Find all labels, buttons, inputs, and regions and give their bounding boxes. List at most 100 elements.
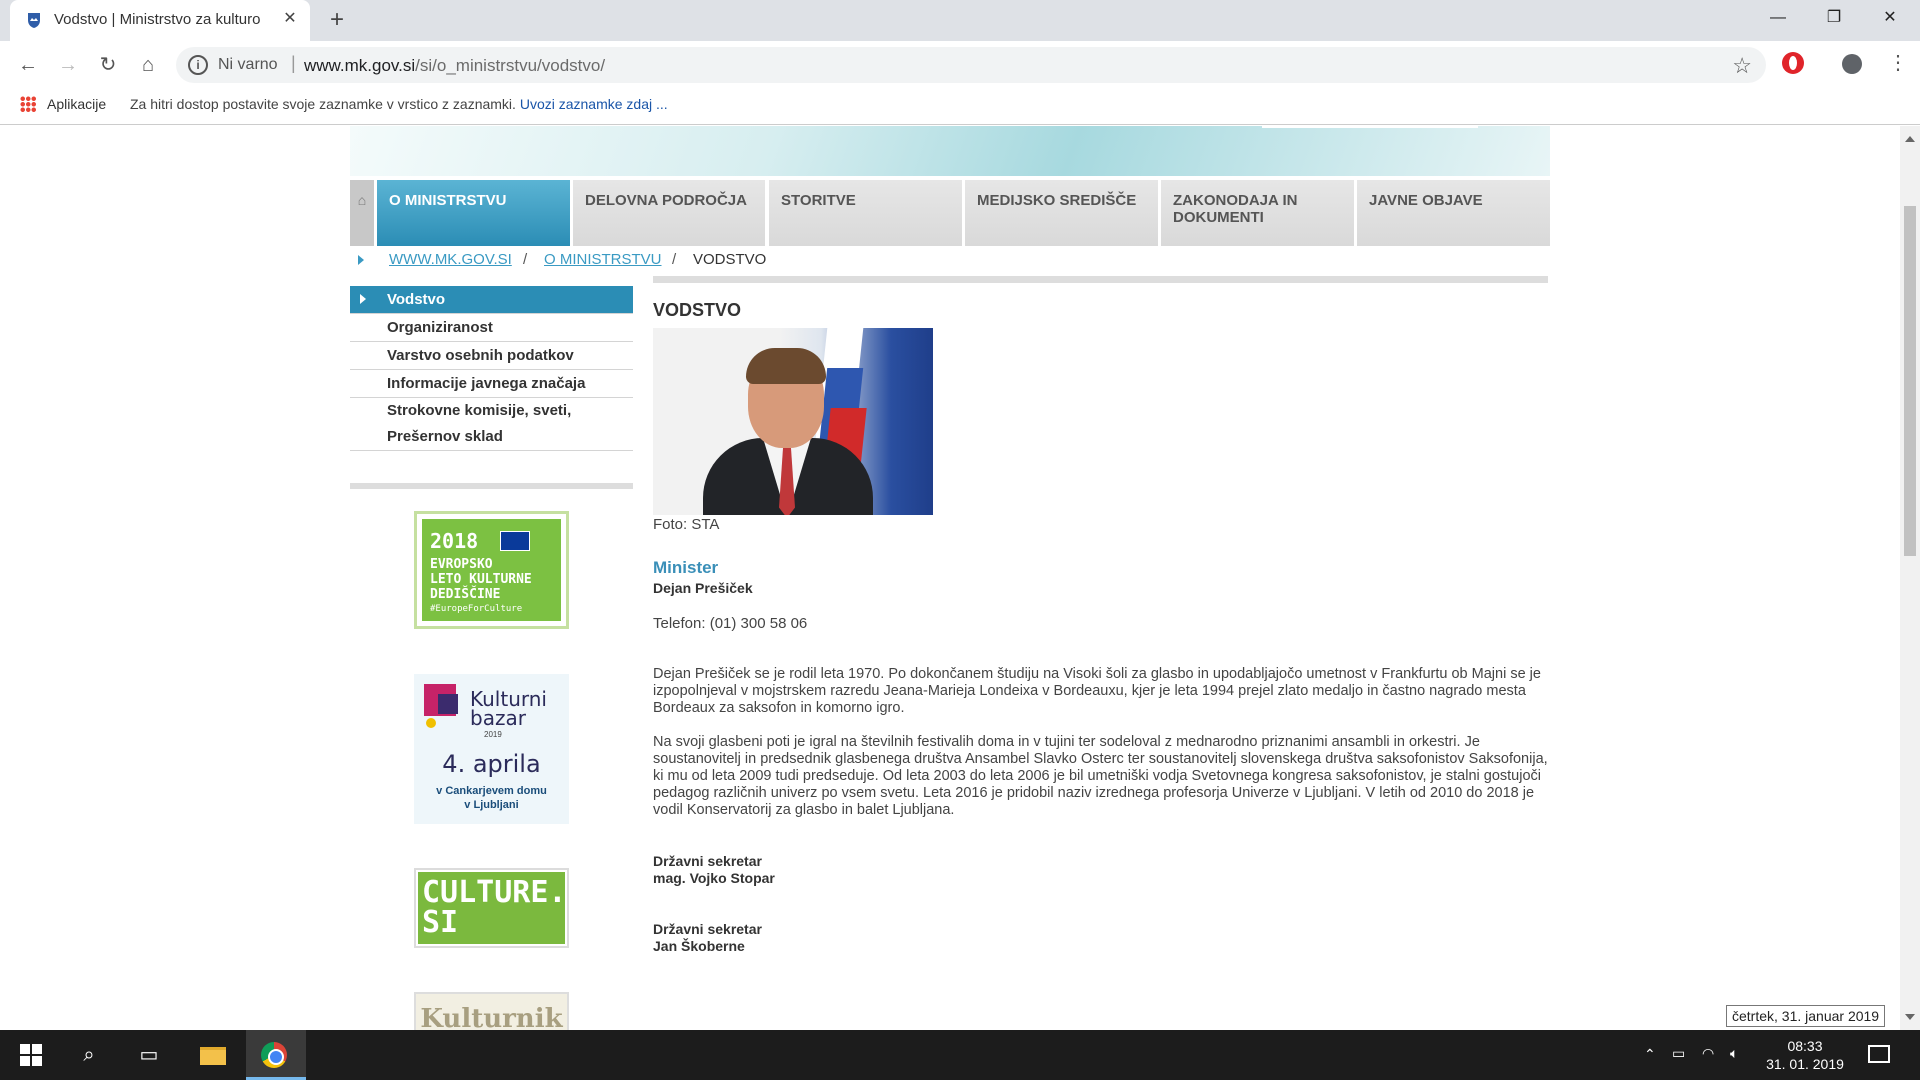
new-tab-button[interactable]: +	[324, 7, 350, 33]
secretary-role: Državni sekretar	[653, 921, 762, 937]
promo-culture-si[interactable]: CULTURE. SI	[414, 868, 569, 948]
browser-menu-icon[interactable]: ⋮	[1888, 50, 1908, 75]
promo-hashtag: #EuropeForCulture	[430, 604, 523, 614]
minister-phone: Telefon: (01) 300 58 06	[653, 615, 808, 632]
wifi-icon[interactable]: ◠	[1702, 1045, 1714, 1080]
import-bookmarks-link[interactable]: Uvozi zaznamke zdaj ...	[520, 96, 668, 112]
main-navigation: ⌂ O MINISTRSTVU DELOVNA PODROČJA STORITV…	[350, 180, 1550, 246]
windows-taskbar: ⌕ ▭ ⌃ ▭ ◠ 🔈︎ 08:33 31. 01. 2019	[0, 1030, 1920, 1080]
nav-javne-objave[interactable]: JAVNE OBJAVE	[1357, 180, 1550, 246]
breadcrumb-arrow-icon	[358, 255, 364, 265]
breadcrumb-home-link[interactable]: WWW.MK.GOV.SI	[389, 251, 512, 268]
file-explorer-icon[interactable]	[200, 1047, 226, 1065]
taskbar-clock[interactable]: 08:33 31. 01. 2019	[1760, 1037, 1850, 1073]
sidebar-navigation: Vodstvo Organiziranost Varstvo osebnih p…	[350, 286, 633, 451]
sidebar-item-label: Strokovne komisije, sveti,	[387, 402, 572, 419]
secretary-name: Jan Škoberne	[653, 938, 745, 954]
bazar-year: 2019	[484, 730, 502, 739]
home-icon[interactable]: ⌂	[350, 180, 374, 246]
nav-o-ministrstvu[interactable]: O MINISTRSTVU	[377, 180, 570, 246]
sidebar-item-organiziranost[interactable]: Organiziranost	[350, 314, 633, 342]
culture-line: CULTURE.	[422, 875, 567, 910]
security-status[interactable]: Ni varno	[218, 56, 278, 74]
content-divider	[653, 276, 1548, 283]
windows-start-icon[interactable]	[6, 1030, 56, 1080]
browser-tab-strip: Vodstvo | Ministrstvo za kulturo ✕ + — ❐…	[0, 0, 1920, 41]
breadcrumb: WWW.MK.GOV.SI / O MINISTRSTVU / VODSTVO	[350, 251, 1550, 273]
search-field[interactable]	[1262, 126, 1478, 128]
chrome-icon[interactable]	[261, 1042, 287, 1068]
back-arrow-icon[interactable]: ←	[14, 51, 42, 79]
bookmark-star-icon[interactable]: ☆	[1732, 53, 1752, 79]
close-window-button[interactable]: ✕	[1862, 0, 1918, 36]
sidebar-item-strokovne-komisije[interactable]: Strokovne komisije, sveti, Prešernov skl…	[350, 398, 633, 451]
breadcrumb-current: VODSTVO	[693, 251, 767, 268]
forward-arrow-icon[interactable]: →	[54, 51, 82, 79]
breadcrumb-separator: /	[523, 251, 528, 268]
promo-text: EVROPSKO LETO KULTURNE DEDIŠČINE	[430, 557, 532, 602]
promo-kulturnik[interactable]: Kulturnik	[414, 992, 569, 1030]
address-separator: |	[291, 53, 296, 73]
volume-icon[interactable]: 🔈︎	[1730, 1045, 1738, 1080]
info-icon[interactable]: i	[188, 55, 208, 75]
sidebar-divider	[350, 483, 633, 489]
secretary-role: Državni sekretar	[653, 853, 762, 869]
url-text[interactable]: www.mk.gov.si/si/o_ministrstvu/vodstvo/	[304, 56, 605, 76]
bookmarks-hint: Za hitri dostop postavite svoje zaznamke…	[130, 96, 668, 112]
reload-icon[interactable]: ↻	[94, 51, 122, 79]
coat-of-arms-icon	[28, 13, 40, 28]
profile-avatar-icon[interactable]	[1842, 54, 1862, 74]
page-scrollbar[interactable]	[1900, 126, 1920, 1030]
nav-medijsko-sredisce[interactable]: MEDIJSKO SREDIŠČE	[965, 180, 1158, 246]
bio-paragraph: Dejan Prešiček se je rodil leta 1970. Po…	[653, 666, 1541, 716]
bazar-dot-icon	[426, 718, 436, 728]
promo-european-heritage-year[interactable]: 2018 EVROPSKO LETO KULTURNE DEDIŠČINE #E…	[414, 511, 569, 629]
sidebar-item-informacije[interactable]: Informacije javnega značaja	[350, 370, 633, 398]
sidebar-item-label: Prešernov sklad	[387, 428, 503, 445]
bio-paragraph: Na svoji glasbeni poti je igral na števi…	[653, 734, 1548, 818]
battery-icon[interactable]: ▭	[1672, 1045, 1685, 1080]
search-icon[interactable]: ⌕	[64, 1030, 114, 1080]
promo-year: 2018	[430, 529, 479, 553]
nav-delovna-podrocja[interactable]: DELOVNA PODROČJA	[573, 180, 765, 246]
minister-photo	[653, 328, 933, 515]
minimize-window-button[interactable]: —	[1750, 0, 1806, 36]
bazar-logo-icon	[438, 694, 458, 714]
clock-date: 31. 01. 2019	[1766, 1056, 1844, 1072]
browser-tab[interactable]: Vodstvo | Ministrstvo za kulturo ✕	[10, 0, 310, 41]
promo-kulturni-bazar[interactable]: Kulturni bazar 2019 4. aprila v Cankarje…	[414, 674, 569, 824]
breadcrumb-section-link[interactable]: O MINISTRSTVU	[544, 251, 662, 268]
task-view-icon[interactable]: ▭	[124, 1030, 174, 1080]
home-icon[interactable]: ⌂	[134, 51, 162, 79]
apps-shortcut[interactable]: Aplikacije	[47, 96, 106, 112]
sidebar-item-vodstvo[interactable]: Vodstvo	[350, 286, 633, 314]
bazar-date: 4. aprila	[442, 750, 541, 778]
notifications-icon[interactable]	[1868, 1045, 1890, 1063]
nav-storitve[interactable]: STORITVE	[769, 180, 962, 246]
minister-role: Minister	[653, 558, 719, 577]
date-tooltip: četrtek, 31. januar 2019	[1726, 1005, 1886, 1027]
eu-flag-icon	[500, 531, 530, 551]
nav-zakonodaja[interactable]: ZAKONODAJA IN DOKUMENTI	[1161, 180, 1354, 246]
scroll-up-icon[interactable]	[1905, 136, 1915, 142]
page-title: VODSTVO	[653, 300, 742, 320]
show-hidden-icons-icon[interactable]: ⌃	[1644, 1046, 1656, 1080]
scroll-down-icon[interactable]	[1905, 1014, 1915, 1020]
culture-line: SI	[422, 905, 459, 940]
site-banner	[350, 126, 1550, 176]
scrollbar-thumb[interactable]	[1904, 206, 1916, 556]
photo-caption: Foto: STA	[653, 516, 720, 533]
sidebar-item-varstvo-podatkov[interactable]: Varstvo osebnih podatkov	[350, 342, 633, 370]
secretary-name: mag. Vojko Stopar	[653, 870, 775, 886]
close-tab-icon[interactable]: ✕	[280, 9, 300, 29]
minister-name: Dejan Prešiček	[653, 580, 753, 596]
clock-time: 08:33	[1787, 1038, 1823, 1054]
restore-window-button[interactable]: ❐	[1806, 0, 1862, 36]
page-viewport: ⌂ O MINISTRSTVU DELOVNA PODROČJA STORITV…	[0, 126, 1900, 1030]
bazar-place: v Cankarjevem domu v Ljubljani	[436, 785, 547, 811]
tab-title: Vodstvo | Ministrstvo za kulturo	[54, 11, 261, 28]
apps-grid-icon[interactable]	[20, 96, 36, 112]
opera-extension-icon[interactable]	[1782, 52, 1804, 74]
address-bar[interactable]: i Ni varno | www.mk.gov.si/si/o_ministrs…	[176, 47, 1766, 83]
breadcrumb-separator: /	[672, 251, 677, 268]
